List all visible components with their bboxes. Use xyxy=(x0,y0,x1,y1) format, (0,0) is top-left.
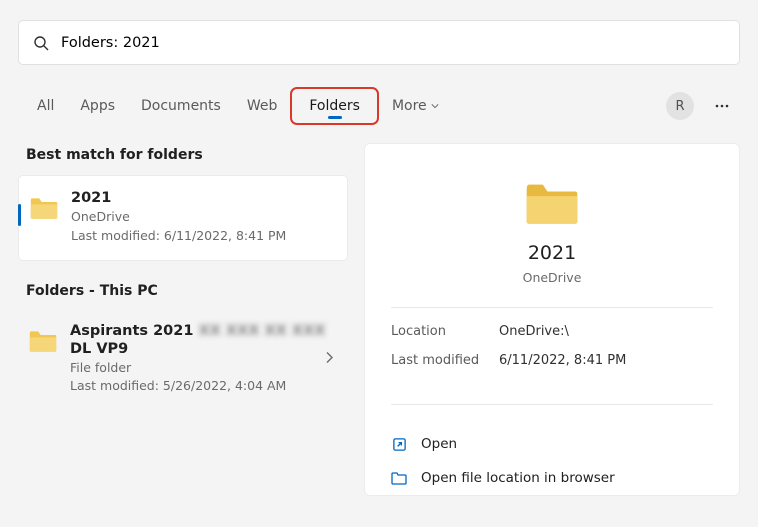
search-bar[interactable] xyxy=(18,20,740,65)
meta-label: Last modified xyxy=(391,353,499,368)
result-best-match[interactable]: 2021 OneDrive Last modified: 6/11/2022, … xyxy=(18,175,348,261)
action-label: Open file location in browser xyxy=(421,470,615,486)
result-item[interactable]: Aspirants 2021 XX XXX XX XXX DL VP9 File… xyxy=(18,311,348,409)
chevron-right-icon xyxy=(324,350,334,369)
action-label: Open xyxy=(421,436,457,452)
meta-value: 6/11/2022, 8:41 PM xyxy=(499,353,626,368)
preview-panel: 2021 OneDrive Location OneDrive:\ Last m… xyxy=(364,143,740,496)
meta-label: Location xyxy=(391,324,499,339)
ellipsis-icon xyxy=(714,98,730,114)
divider xyxy=(391,404,713,405)
preview-source: OneDrive xyxy=(391,270,713,285)
more-options-button[interactable] xyxy=(710,94,734,118)
result-title-line2: DL VP9 xyxy=(70,341,325,357)
result-modified: Last modified: 5/26/2022, 4:04 AM xyxy=(70,377,325,396)
tab-more[interactable]: More xyxy=(379,92,452,120)
tab-documents[interactable]: Documents xyxy=(128,92,234,120)
divider xyxy=(391,307,713,308)
folder-icon xyxy=(29,196,59,220)
redacted-text: XX XXX XX XXX xyxy=(199,323,326,339)
actions: Open Open file location in browser xyxy=(391,427,713,495)
result-type: File folder xyxy=(70,359,325,378)
meta-value: OneDrive:\ xyxy=(499,324,569,339)
action-open-location[interactable]: Open file location in browser xyxy=(391,461,713,495)
tab-web[interactable]: Web xyxy=(234,92,291,120)
tabs-row: All Apps Documents Web Folders More R xyxy=(0,87,758,125)
result-modified: Last modified: 6/11/2022, 8:41 PM xyxy=(71,227,286,246)
chevron-down-icon xyxy=(431,102,439,110)
preview-title: 2021 xyxy=(391,242,713,264)
user-avatar[interactable]: R xyxy=(666,92,694,120)
meta-modified: Last modified 6/11/2022, 8:41 PM xyxy=(391,353,713,368)
folder-icon-large xyxy=(523,180,581,226)
meta-location: Location OneDrive:\ xyxy=(391,324,713,339)
section-this-pc: Folders - This PC xyxy=(18,279,348,311)
result-source: OneDrive xyxy=(71,208,286,227)
tab-more-label: More xyxy=(392,98,427,114)
tab-apps[interactable]: Apps xyxy=(67,92,128,120)
folder-open-icon xyxy=(391,470,407,486)
open-icon xyxy=(391,436,407,452)
search-input[interactable] xyxy=(61,35,725,51)
content: Best match for folders 2021 OneDrive Las… xyxy=(0,143,758,496)
tab-folders[interactable]: Folders xyxy=(290,87,379,125)
action-open[interactable]: Open xyxy=(391,427,713,461)
results-panel: Best match for folders 2021 OneDrive Las… xyxy=(18,143,348,496)
result-title: Aspirants 2021 XX XXX XX XXX xyxy=(70,323,325,339)
tab-all[interactable]: All xyxy=(24,92,67,120)
folder-icon xyxy=(28,329,58,353)
section-best-match: Best match for folders xyxy=(18,143,348,175)
search-icon xyxy=(33,35,49,51)
result-title: 2021 xyxy=(71,190,286,206)
